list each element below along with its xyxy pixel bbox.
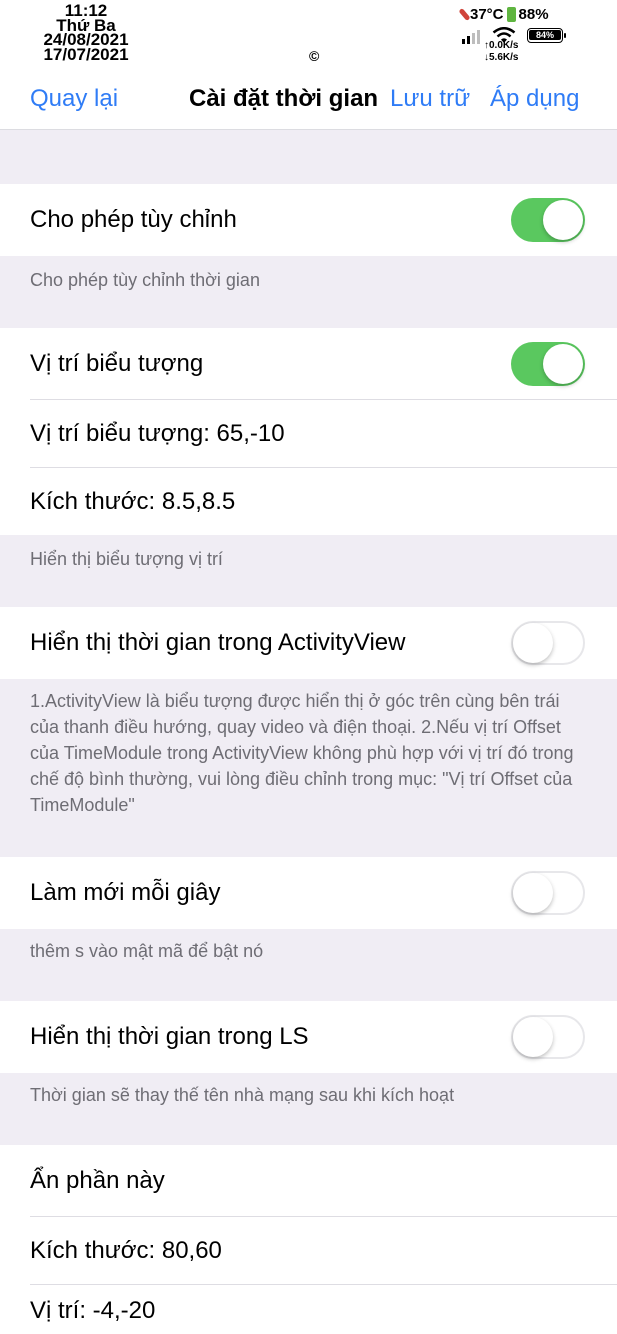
upload-speed: ↑0.0K/s — [484, 40, 519, 51]
refresh-label: Làm mới mỗi giây — [30, 879, 221, 906]
show-in-ls-toggle[interactable] — [511, 1015, 585, 1059]
section-footer: thêm s vào mật mã để bật nó — [0, 929, 617, 1001]
icon-position-value: Vị trí biểu tượng: 65,-10 — [30, 420, 285, 447]
activity-footer: 1.ActivityView là biểu tượng được hiển t… — [30, 691, 574, 815]
battery-badge: 84% — [529, 30, 561, 40]
temperature-indicator: 37°C 88% — [458, 6, 549, 23]
temperature-value: 37°C — [470, 6, 504, 23]
toggle-knob — [543, 200, 583, 240]
icon-position-toggle-label: Vị trí biểu tượng — [30, 350, 204, 377]
page-title: Cài đặt thời gian — [189, 85, 379, 112]
toggle-knob — [543, 344, 583, 384]
icon-size-value: Kích thước: 8.5,8.5 — [30, 487, 236, 515]
section-footer: Thời gian sẽ thay thế tên nhà mạng sau k… — [0, 1073, 617, 1145]
clock-block: 11:12 Thứ Ba 24/08/2021 17/07/2021 — [30, 2, 142, 64]
allow-custom-label: Cho phép tùy chỉnh — [30, 206, 237, 233]
section-footer: 1.ActivityView là biểu tượng được hiển t… — [0, 679, 617, 857]
back-button[interactable]: Quay lại — [30, 85, 118, 113]
section-footer: Hiển thị biểu tượng vị trí — [0, 535, 617, 607]
battery-small-icon — [506, 7, 516, 22]
status-right: 37°C 88% 84% ↑0.0K/s ↓5.6K/s — [458, 6, 587, 64]
battery-icon: 84% — [527, 28, 566, 43]
show-in-ls-label: Hiển thị thời gian trong LS — [30, 1023, 309, 1050]
icon-footer: Hiển thị biểu tượng vị trí — [30, 549, 223, 569]
cellular-signal-icon — [462, 30, 480, 44]
status-bar: 11:12 Thứ Ba 24/08/2021 17/07/2021 © 37°… — [0, 0, 617, 68]
allow-custom-footer: Cho phép tùy chỉnh thời gian — [30, 270, 260, 290]
status-date-2: 17/07/2021 — [43, 44, 129, 64]
ls-footer: Thời gian sẽ thay thế tên nhà mạng sau k… — [30, 1085, 455, 1105]
activity-view-row: Hiển thị thời gian trong ActivityView — [0, 607, 617, 679]
section-position-row[interactable]: Vị trí: -4,-20 — [0, 1285, 617, 1334]
network-speed: ↑0.0K/s ↓5.6K/s — [484, 40, 518, 64]
download-speed: ↓5.6K/s — [484, 52, 519, 63]
thermometer-icon — [458, 7, 471, 22]
refresh-toggle[interactable] — [511, 871, 585, 915]
toggle-knob — [513, 623, 553, 663]
activity-view-toggle[interactable] — [511, 621, 585, 665]
icon-position-toggle[interactable] — [511, 342, 585, 386]
refresh-row: Làm mới mỗi giây — [0, 857, 617, 929]
section-spacer — [0, 131, 617, 184]
allow-custom-toggle[interactable] — [511, 198, 585, 242]
section-position-value: Vị trí: -4,-20 — [30, 1297, 156, 1324]
icon-position-toggle-row: Vị trí biểu tượng — [0, 328, 617, 400]
section-size-row[interactable]: Kích thước: 80,60 — [0, 1217, 617, 1285]
battery-percent: 88% — [518, 6, 549, 23]
navigation-bar: Quay lại Cài đặt thời gian Lưu trữ Áp dụ… — [0, 68, 617, 130]
toggle-knob — [513, 873, 553, 913]
hide-section-label: Ẩn phần này — [30, 1167, 165, 1194]
section-size-value: Kích thước: 80,60 — [30, 1237, 222, 1264]
show-in-ls-row: Hiển thị thời gian trong LS — [0, 1001, 617, 1073]
save-button[interactable]: Lưu trữ — [390, 85, 470, 113]
center-status-icon: © — [309, 48, 320, 64]
icon-size-row[interactable]: Kích thước: 8.5,8.5 — [0, 468, 617, 535]
section-footer: Cho phép tùy chỉnh thời gian — [0, 256, 617, 328]
allow-custom-row: Cho phép tùy chỉnh — [0, 184, 617, 256]
toggle-knob — [513, 1017, 553, 1057]
apply-button[interactable]: Áp dụng — [490, 85, 579, 113]
activity-view-label: Hiển thị thời gian trong ActivityView — [30, 629, 406, 656]
hide-section-row[interactable]: Ẩn phần này — [0, 1145, 617, 1217]
icon-position-value-row[interactable]: Vị trí biểu tượng: 65,-10 — [0, 400, 617, 468]
refresh-footer: thêm s vào mật mã để bật nó — [30, 941, 264, 961]
